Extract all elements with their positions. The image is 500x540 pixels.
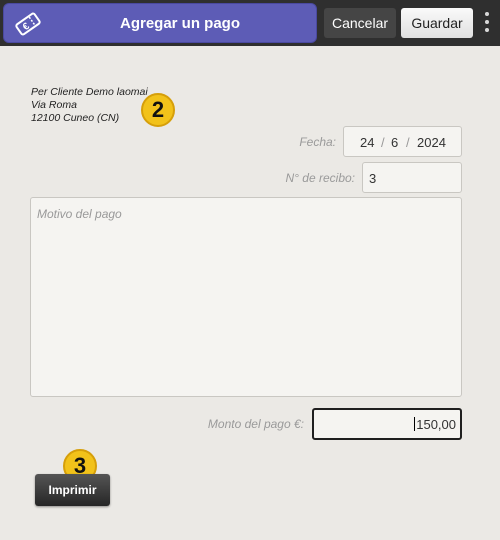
page-title: Agregar un pago: [119, 15, 240, 32]
amount-label: Monto del pago €:: [207, 417, 304, 431]
top-bar: € Agregar un pago Cancelar Guardar: [0, 0, 500, 46]
date-month[interactable]: 6: [391, 135, 398, 150]
receipt-number-input[interactable]: 3: [362, 162, 462, 193]
print-button[interactable]: Imprimir: [35, 474, 110, 506]
client-name: Per Cliente Demo laomai: [31, 86, 148, 98]
receipt-label: N° de recibo:: [285, 171, 356, 185]
euro-ticket-icon: €: [15, 12, 41, 36]
cancel-button[interactable]: Cancelar: [324, 8, 396, 38]
title-button[interactable]: € Agregar un pago: [3, 3, 317, 43]
date-separator: /: [381, 135, 385, 150]
save-button[interactable]: Guardar: [401, 8, 473, 38]
date-separator: /: [406, 135, 410, 150]
more-options-icon[interactable]: [482, 12, 492, 34]
amount-value: 150,00: [416, 417, 456, 432]
svg-text:€: €: [21, 21, 32, 33]
date-label: Fecha:: [299, 135, 336, 149]
client-address: Per Cliente Demo laomai Via Roma 12100 C…: [31, 86, 148, 125]
amount-input[interactable]: 150,00: [312, 408, 462, 440]
date-day[interactable]: 24: [360, 135, 374, 150]
step-marker-badge: 2: [141, 93, 175, 127]
client-city: 12100 Cuneo (CN): [31, 112, 120, 124]
client-street: Via Roma: [31, 99, 77, 111]
date-field[interactable]: 24 / 6 / 2024: [343, 126, 462, 157]
date-year[interactable]: 2024: [417, 135, 446, 150]
payment-reason-textarea[interactable]: Motivo del pago: [30, 197, 462, 397]
